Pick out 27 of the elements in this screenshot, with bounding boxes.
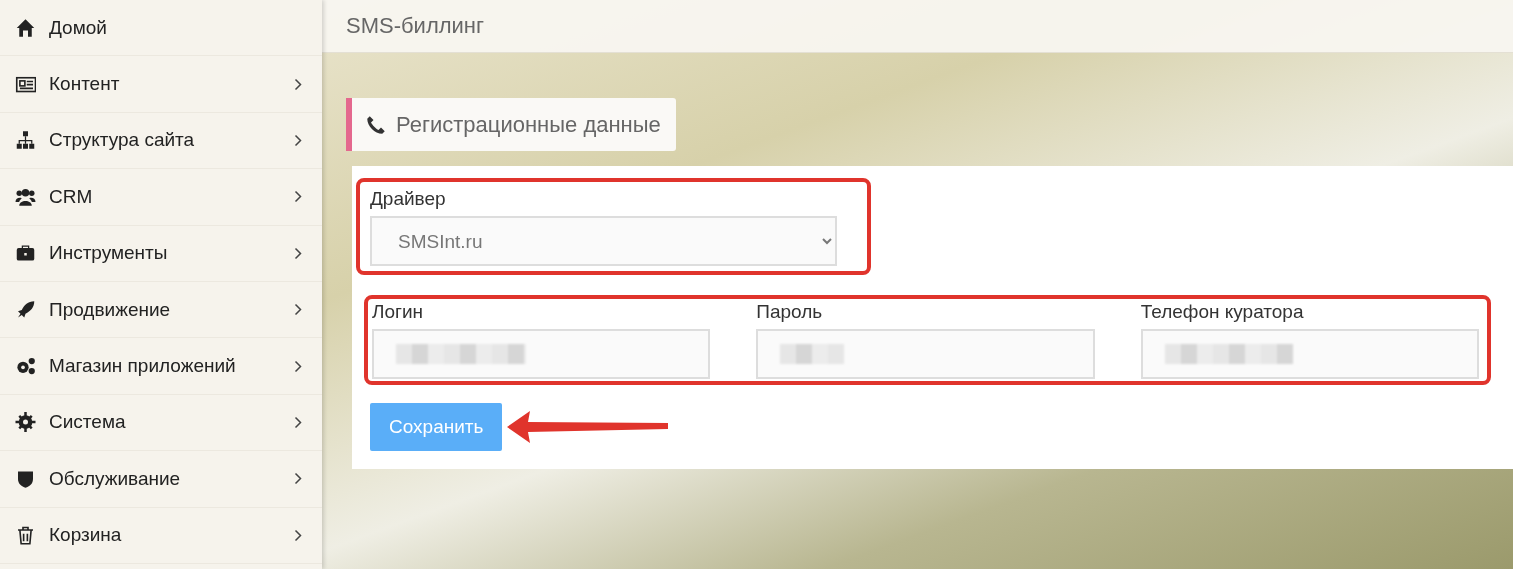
section-tab[interactable]: Регистрационные данные bbox=[346, 98, 676, 151]
field-label: Пароль bbox=[756, 301, 824, 323]
page-title: SMS-биллинг bbox=[346, 13, 485, 39]
phone-icon bbox=[366, 114, 386, 135]
menu-item-icon bbox=[15, 130, 36, 151]
sidebar-item[interactable]: Обслуживание bbox=[0, 451, 322, 508]
menu-item-icon bbox=[15, 356, 36, 377]
menu-item-icon bbox=[15, 525, 36, 546]
sidebar-item[interactable]: CRM bbox=[0, 169, 322, 226]
menu-item-icon bbox=[15, 243, 36, 264]
field-label: Телефон куратора bbox=[1140, 301, 1305, 323]
input-field[interactable] bbox=[1140, 329, 1479, 379]
field-label: Логин bbox=[372, 301, 425, 323]
driver-select[interactable]: SMSInt.ru bbox=[370, 216, 837, 266]
sidebar-item[interactable]: Система bbox=[0, 394, 322, 452]
sidebar-item[interactable]: Магазин приложений bbox=[0, 338, 322, 395]
input-field[interactable] bbox=[756, 329, 1095, 379]
menu-item-icon bbox=[15, 412, 36, 433]
input-field[interactable] bbox=[372, 329, 711, 379]
sidebar-item[interactable]: Контент bbox=[0, 56, 322, 113]
sidebar-item[interactable]: Домой bbox=[0, 0, 322, 57]
menu-item-icon bbox=[15, 299, 36, 320]
menu-item-icon bbox=[15, 17, 36, 38]
menu-item-icon bbox=[15, 186, 36, 207]
sidebar-item[interactable]: Инструменты bbox=[0, 225, 322, 282]
menu-item-icon bbox=[15, 74, 36, 95]
field-label: Драйвер bbox=[370, 188, 447, 210]
